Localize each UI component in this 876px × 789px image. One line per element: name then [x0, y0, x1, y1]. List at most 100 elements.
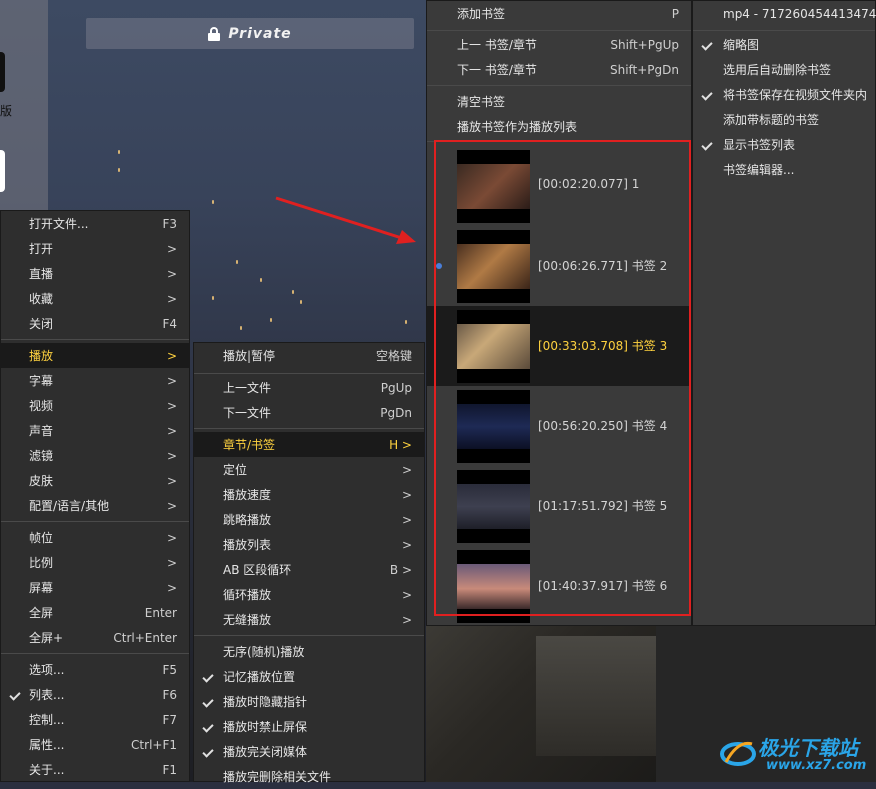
- menu-item-prev-bookmark[interactable]: 上一 书签/章节 Shift+PgUp: [427, 32, 691, 57]
- menu-divider: [194, 428, 424, 429]
- menu-item-chapters-bookmarks[interactable]: 章节/书签 H >: [194, 432, 424, 457]
- menu-item-bookmarks-as-playlist[interactable]: 播放书签作为播放列表: [427, 114, 691, 139]
- menu-item-skin[interactable]: 皮肤 >: [1, 468, 189, 493]
- menu-item-label: 配置/语言/其他: [29, 499, 110, 513]
- menu-item-next-file[interactable]: 下一文件 PgDn: [194, 400, 424, 425]
- menu-item-label: 比例: [29, 556, 54, 570]
- menu-item-thumbnails[interactable]: 缩略图: [693, 32, 875, 57]
- menu-item-hide-cursor[interactable]: 播放时隐藏指针: [194, 689, 424, 714]
- submenu-arrow: >: [166, 448, 177, 463]
- annotation-arrow-icon: [275, 196, 416, 244]
- menu-item-shortcut: Enter: [144, 605, 177, 620]
- menu-item-play[interactable]: 播放 >: [1, 343, 189, 368]
- menu-item-add-bookmark[interactable]: 添加书签 P: [427, 1, 691, 26]
- menu-item-prev-file[interactable]: 上一文件 PgUp: [194, 375, 424, 400]
- menu-item-label: 选用后自动删除书签: [723, 63, 832, 77]
- menu-item-filters[interactable]: 滤镜 >: [1, 443, 189, 468]
- menu-item-playlist-sub[interactable]: 播放列表 >: [194, 532, 424, 557]
- menu-divider: [194, 373, 424, 374]
- menu-item-skip-play[interactable]: 跳略播放 >: [194, 507, 424, 532]
- check-icon: [202, 697, 212, 707]
- check-icon: [202, 722, 212, 732]
- play-submenu: 播放|暂停 空格键 上一文件 PgUp 下一文件 PgDn 章节/书签 H > 定位 > …: [193, 342, 425, 784]
- menu-item-play-pause[interactable]: 播放|暂停 空格键: [194, 343, 424, 368]
- menu-item-speed[interactable]: 播放速度 >: [194, 482, 424, 507]
- menu-item-shortcut: F1: [162, 762, 177, 777]
- submenu-arrow: >: [166, 241, 177, 256]
- menu-divider: [1, 653, 189, 654]
- menu-item-about[interactable]: 关于... F1: [1, 757, 189, 782]
- menu-item-label: 下一文件: [223, 406, 272, 420]
- menu-item-screen[interactable]: 屏幕 >: [1, 575, 189, 600]
- menu-item-shuffle[interactable]: 无序(随机)播放: [194, 639, 424, 664]
- watermark-logo-icon: [720, 741, 756, 766]
- check-icon: [701, 140, 711, 150]
- menu-item-label: 皮肤: [29, 474, 54, 488]
- menu-item-label: 全屏+: [29, 631, 64, 645]
- menu-item-clear-bookmarks[interactable]: 清空书签: [427, 89, 691, 114]
- menu-item-options[interactable]: 选项... F5: [1, 657, 189, 682]
- menu-item-label: 无序(随机)播放: [223, 645, 305, 659]
- menu-item-label: 播放时禁止屏保: [223, 720, 308, 734]
- menu-item-next-bookmark[interactable]: 下一 书签/章节 Shift+PgDn: [427, 57, 691, 82]
- menu-item-fullscreen-plus[interactable]: 全屏+ Ctrl+Enter: [1, 625, 189, 650]
- menu-item-live[interactable]: 直播 >: [1, 261, 189, 286]
- menu-item-favorites[interactable]: 收藏 >: [1, 286, 189, 311]
- menu-item-label: AB 区段循环: [223, 563, 292, 577]
- watermark-url: www.xz7.com: [766, 758, 867, 773]
- submenu-arrow: >: [401, 612, 412, 627]
- menu-item-shortcut: F5: [162, 662, 177, 677]
- menu-item-file-name[interactable]: mp4 - 7172604544134745: [693, 1, 876, 26]
- menu-item-label: 列表...: [29, 688, 65, 702]
- menu-item-disable-screensaver[interactable]: 播放时禁止屏保: [194, 714, 424, 739]
- menu-item-shortcut: 空格键: [375, 349, 412, 363]
- menu-item-loop[interactable]: 循环播放 >: [194, 582, 424, 607]
- menu-item-label: 播放|暂停: [223, 349, 276, 363]
- menu-item-open[interactable]: 打开 >: [1, 236, 189, 261]
- menu-item-save-in-folder[interactable]: 将书签保存在视频文件夹内: [693, 82, 875, 107]
- menu-item-label: 播放书签作为播放列表: [457, 120, 578, 134]
- menu-item-subtitle[interactable]: 字幕 >: [1, 368, 189, 393]
- menu-item-label: 书签编辑器...: [723, 163, 795, 177]
- menu-item-bookmark-editor[interactable]: 书签编辑器...: [693, 157, 875, 182]
- menu-item-show-list[interactable]: 显示书签列表: [693, 132, 875, 157]
- submenu-arrow: >: [166, 348, 177, 363]
- menu-item-label: 播放完关闭媒体: [223, 745, 308, 759]
- menu-item-label: 关闭: [29, 317, 54, 331]
- menu-item-audio[interactable]: 声音 >: [1, 418, 189, 443]
- menu-item-label: 跳略播放: [223, 513, 272, 527]
- submenu-arrow: >: [166, 398, 177, 413]
- submenu-arrow: >: [166, 373, 177, 388]
- check-icon: [701, 40, 711, 50]
- menu-item-properties[interactable]: 属性... Ctrl+F1: [1, 732, 189, 757]
- menu-item-shortcut: F4: [162, 316, 177, 331]
- menu-item-ab-loop[interactable]: AB 区段循环 B >: [194, 557, 424, 582]
- menu-item-seek[interactable]: 定位 >: [194, 457, 424, 482]
- menu-item-add-titled[interactable]: 添加带标题的书签: [693, 107, 875, 132]
- menu-item-delete-file[interactable]: 播放完删除相关文件: [194, 764, 424, 789]
- menu-item-label: 播放速度: [223, 488, 272, 502]
- private-label: Private: [228, 25, 292, 42]
- submenu-arrow: >: [166, 291, 177, 306]
- menu-item-video[interactable]: 视频 >: [1, 393, 189, 418]
- menu-item-label: 视频: [29, 399, 54, 413]
- bookmark-options-menu: mp4 - 7172604544134745 缩略图 选用后自动删除书签 将书签…: [692, 0, 876, 626]
- submenu-arrow: >: [401, 537, 412, 552]
- submenu-arrow: >: [166, 530, 177, 545]
- menu-item-label: mp4 - 7172604544134745: [723, 6, 876, 21]
- menu-item-close[interactable]: 关闭 F4: [1, 311, 189, 336]
- submenu-arrow: >: [166, 266, 177, 281]
- menu-item-remember-position[interactable]: 记忆播放位置: [194, 664, 424, 689]
- submenu-arrow: >: [401, 487, 412, 502]
- menu-item-close-media[interactable]: 播放完关闭媒体: [194, 739, 424, 764]
- menu-item-gapless[interactable]: 无缝播放 >: [194, 607, 424, 632]
- menu-item-frame[interactable]: 帧位 >: [1, 525, 189, 550]
- menu-item-control[interactable]: 控制... F7: [1, 707, 189, 732]
- menu-item-fullscreen[interactable]: 全屏 Enter: [1, 600, 189, 625]
- menu-item-label: 控制...: [29, 713, 65, 727]
- menu-item-config[interactable]: 配置/语言/其他 >: [1, 493, 189, 518]
- menu-item-auto-delete[interactable]: 选用后自动删除书签: [693, 57, 875, 82]
- menu-item-ratio[interactable]: 比例 >: [1, 550, 189, 575]
- menu-item-open-file[interactable]: 打开文件... F3: [1, 211, 189, 236]
- menu-item-playlist[interactable]: 列表... F6: [1, 682, 189, 707]
